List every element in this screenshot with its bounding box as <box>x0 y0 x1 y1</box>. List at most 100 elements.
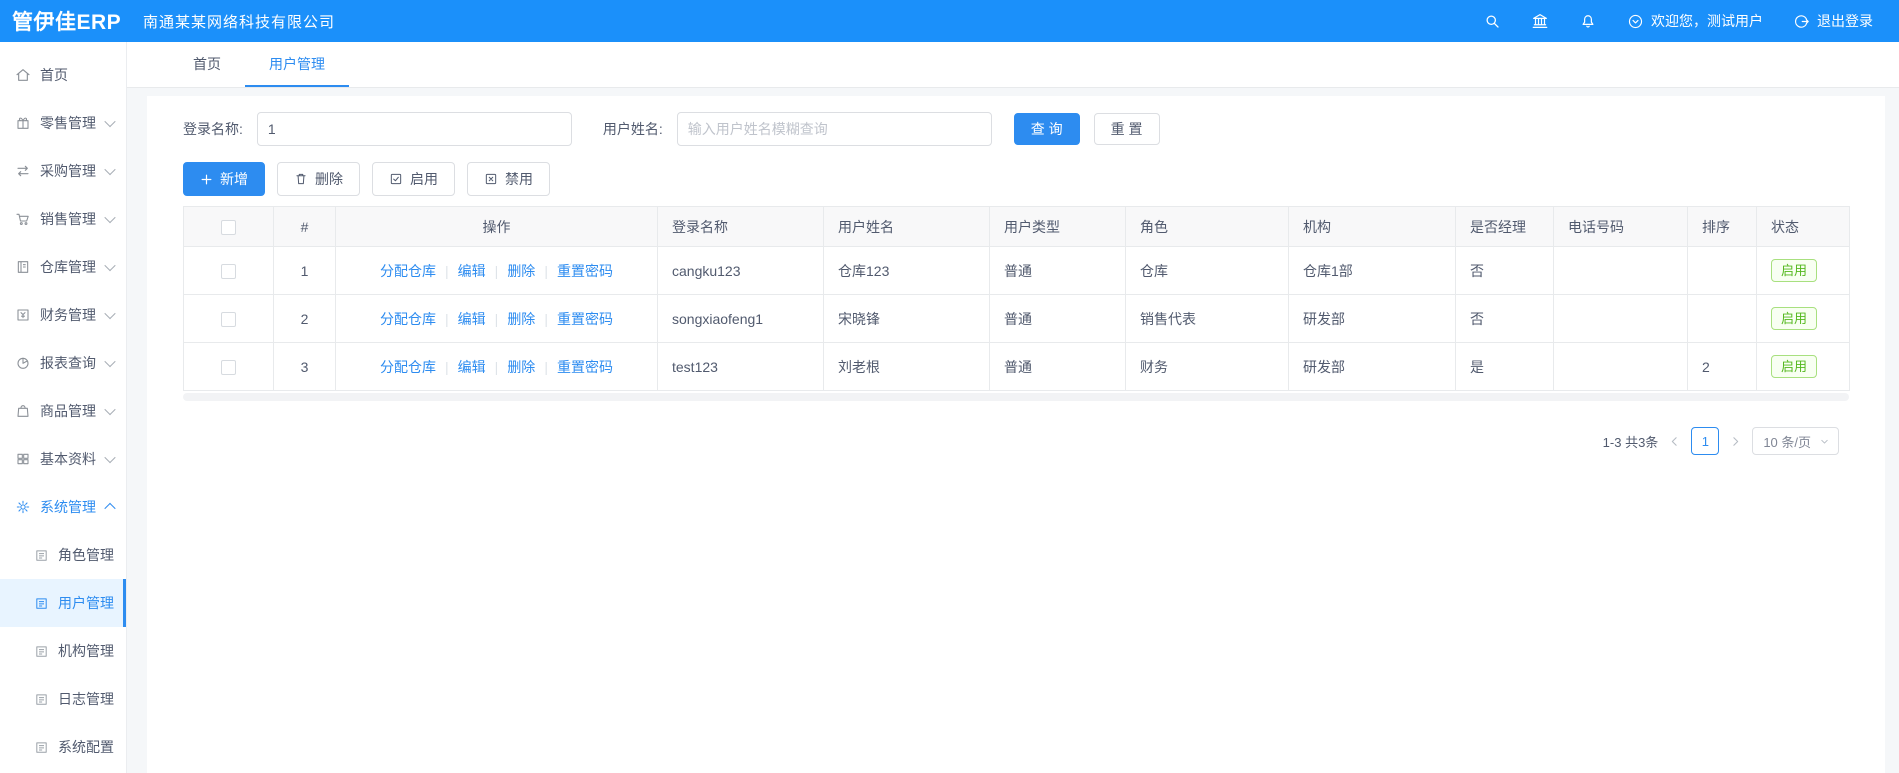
reset-password-link[interactable]: 重置密码 <box>535 359 613 375</box>
select-all-checkbox[interactable] <box>221 219 236 235</box>
cell-status: 启用 <box>1756 294 1850 343</box>
action-toolbar: 新增 删除 启用 禁用 <box>183 162 1849 196</box>
sidebar-item-label: 基本资料 <box>40 451 96 467</box>
sidebar-item-label: 商品管理 <box>40 403 96 419</box>
edit-link[interactable]: 编辑 <box>436 311 486 327</box>
home-icon <box>15 67 31 83</box>
cell-phone <box>1553 342 1688 391</box>
col-org: 机构 <box>1288 206 1456 247</box>
cell-manager: 否 <box>1455 246 1554 295</box>
prev-page-button[interactable] <box>1668 435 1681 448</box>
row-checkbox[interactable] <box>221 359 236 375</box>
sidebar-item-purchase[interactable]: 采购管理 <box>0 147 126 195</box>
topbar: 管伊佳ERP 南通某某网络科技有限公司 欢迎您，测试用户 退出登录 <box>0 0 1899 42</box>
horizontal-scrollbar-track[interactable] <box>183 393 1849 401</box>
sidebar-item-log-management[interactable]: 日志管理 <box>0 675 126 723</box>
logout-icon <box>1795 14 1809 28</box>
delete-button[interactable]: 删除 <box>277 162 360 196</box>
cart-icon <box>15 211 31 227</box>
cell-name: 仓库123 <box>823 246 990 295</box>
tab-home[interactable]: 首页 <box>169 42 245 87</box>
sidebar-item-finance[interactable]: 财务管理 <box>0 291 126 339</box>
pie-chart-icon <box>15 355 31 371</box>
user-name-label: 用户姓名: <box>602 121 663 137</box>
chevron-down-icon <box>104 307 116 320</box>
search-icon[interactable] <box>1483 12 1501 30</box>
pagination-total: 1-3 共3条 <box>1602 434 1659 450</box>
users-table: # 操作 登录名称 用户姓名 用户类型 角色 机构 是否经理 电话号码 排序 状… <box>183 206 1850 391</box>
reset-password-link[interactable]: 重置密码 <box>535 263 613 279</box>
cell-actions: 分配仓库编辑删除重置密码 <box>335 342 658 391</box>
sidebar-item-retail[interactable]: 零售管理 <box>0 99 126 147</box>
delete-link[interactable]: 删除 <box>486 359 536 375</box>
grid-icon <box>15 451 31 467</box>
page-size-select[interactable]: 10 条/页 <box>1752 427 1839 455</box>
assign-warehouse-link[interactable]: 分配仓库 <box>380 359 436 375</box>
edit-link[interactable]: 编辑 <box>436 359 486 375</box>
reset-button[interactable]: 重 置 <box>1093 113 1160 145</box>
chevron-up-icon <box>104 502 116 515</box>
row-checkbox[interactable] <box>221 311 236 327</box>
trash-icon <box>296 173 306 185</box>
sidebar-item-label: 首页 <box>40 67 68 83</box>
app-logo: 管伊佳ERP <box>12 11 122 34</box>
sidebar-item-sales[interactable]: 销售管理 <box>0 195 126 243</box>
login-name-input[interactable] <box>256 112 572 146</box>
sidebar-item-system-config[interactable]: 系统配置 <box>0 723 126 771</box>
current-page-button[interactable]: 1 <box>1691 427 1720 455</box>
sidebar-item-role-management[interactable]: 角色管理 <box>0 531 126 579</box>
col-sort: 排序 <box>1687 206 1757 247</box>
cell-index: 2 <box>273 294 336 343</box>
cell-role: 财务 <box>1125 342 1289 391</box>
cell-login: cangku123 <box>657 246 824 295</box>
sidebar-item-home[interactable]: 首页 <box>0 51 126 99</box>
cell-login: songxiaofeng1 <box>657 294 824 343</box>
delete-link[interactable]: 删除 <box>486 263 536 279</box>
page-size-value: 10 条/页 <box>1763 434 1811 450</box>
col-status: 状态 <box>1756 206 1850 247</box>
edit-link[interactable]: 编辑 <box>436 263 486 279</box>
cell-name: 宋晓锋 <box>823 294 990 343</box>
search-button[interactable]: 查 询 <box>1013 113 1080 145</box>
tab-user-management[interactable]: 用户管理 <box>245 42 349 87</box>
col-login-name: 登录名称 <box>657 206 824 247</box>
user-name-input[interactable] <box>676 112 992 146</box>
cell-index: 3 <box>273 342 336 391</box>
sidebar-item-label: 财务管理 <box>40 307 96 323</box>
login-name-label: 登录名称: <box>183 121 243 137</box>
delete-link[interactable]: 删除 <box>486 311 536 327</box>
enable-button[interactable]: 启用 <box>372 162 455 196</box>
cell-manager: 是 <box>1455 342 1554 391</box>
sidebar-item-warehouse[interactable]: 仓库管理 <box>0 243 126 291</box>
add-button[interactable]: 新增 <box>183 162 265 196</box>
user-menu[interactable]: 欢迎您，测试用户 <box>1627 11 1763 31</box>
sidebar-item-products[interactable]: 商品管理 <box>0 387 126 435</box>
sidebar-item-label: 机构管理 <box>58 643 114 659</box>
chevron-down-icon <box>104 355 116 368</box>
sidebar-item-label: 销售管理 <box>40 211 96 227</box>
sidebar-item-org-management[interactable]: 机构管理 <box>0 627 126 675</box>
sidebar-item-system[interactable]: 系统管理 <box>0 483 126 531</box>
table-row: 2 分配仓库编辑删除重置密码 songxiaofeng1 宋晓锋 普通 销售代表… <box>183 294 1850 343</box>
ledger-icon <box>15 259 31 275</box>
disable-button[interactable]: 禁用 <box>467 162 550 196</box>
sidebar-item-reports[interactable]: 报表查询 <box>0 339 126 387</box>
check-square-icon <box>390 173 402 185</box>
sidebar-item-user-management[interactable]: 用户管理 <box>0 579 126 627</box>
assign-warehouse-link[interactable]: 分配仓库 <box>380 263 436 279</box>
tabs-bar: 首页 用户管理 <box>127 42 1899 88</box>
sidebar-item-label: 用户管理 <box>58 595 114 611</box>
cell-status: 启用 <box>1756 246 1850 295</box>
assign-warehouse-link[interactable]: 分配仓库 <box>380 311 436 327</box>
reset-password-link[interactable]: 重置密码 <box>535 311 613 327</box>
row-checkbox[interactable] <box>221 263 236 279</box>
sidebar-item-label: 零售管理 <box>40 115 96 131</box>
logout-button[interactable]: 退出登录 <box>1793 11 1873 31</box>
bank-building-icon[interactable] <box>1531 12 1549 30</box>
sidebar-item-basic-data[interactable]: 基本资料 <box>0 435 126 483</box>
next-page-button[interactable] <box>1729 435 1742 448</box>
cell-sort: 2 <box>1687 342 1757 391</box>
bell-icon[interactable] <box>1579 12 1597 30</box>
chevron-down-icon <box>104 163 116 176</box>
col-actions: 操作 <box>335 206 658 247</box>
